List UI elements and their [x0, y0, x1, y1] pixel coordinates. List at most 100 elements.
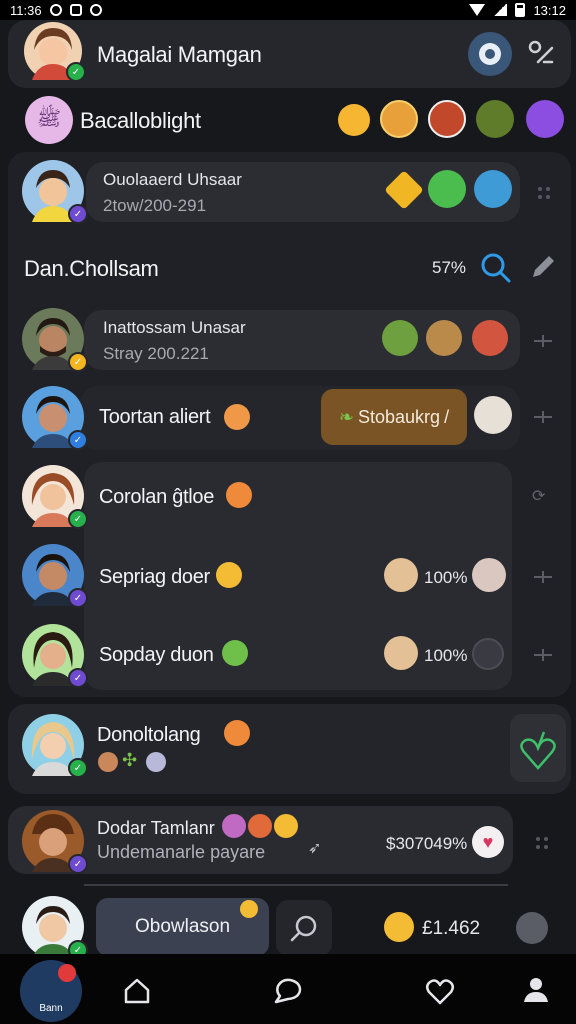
dodar-name: Dodar Tamlanr: [97, 818, 215, 838]
row-2-action-button[interactable]: ❧ Stobaukrg /: [321, 389, 467, 445]
dodar-avatar[interactable]: ✓: [22, 810, 88, 874]
coin-emoji-icon: [384, 912, 414, 942]
heart-icon: ♥: [482, 831, 494, 852]
donoltolang-card: [8, 704, 571, 794]
reorder-icon[interactable]: [534, 411, 552, 423]
signal-icon: [493, 4, 508, 16]
divider: [84, 884, 508, 886]
face-icon[interactable]: [516, 912, 548, 944]
reorder-icon[interactable]: [534, 571, 552, 583]
donoltolang-avatar[interactable]: ✓: [22, 714, 88, 778]
row-1-meta: Stray 200.221: [103, 344, 209, 363]
row-2-name: Toortan aliert: [99, 406, 211, 428]
dodar-badge-icon: ✓: [68, 854, 88, 874]
search-icon: [481, 253, 511, 283]
row-4-emoji-icon: [216, 562, 242, 588]
link-icon: [528, 40, 554, 64]
chat-bubble-button[interactable]: [468, 32, 512, 76]
row-2-avatar[interactable]: ✓: [22, 386, 88, 450]
row-5-emoji-icon: [222, 640, 248, 666]
home-icon[interactable]: [122, 976, 152, 1006]
profile-nav-label: Bann: [39, 1003, 63, 1014]
section-title: Dan.Chollsam: [24, 256, 159, 281]
status-bar: 11:36 13:12: [0, 0, 576, 20]
leaf-icon: ❧: [338, 406, 354, 427]
chef-emoji-icon[interactable]: [380, 100, 418, 138]
dodar-amount: $307049%: [386, 834, 468, 853]
featured-avatar[interactable]: ✓: [22, 160, 88, 224]
row-5-value: 100%: [424, 646, 468, 665]
status-time-right: 13:12: [533, 2, 566, 18]
row-4-avatar[interactable]: ✓: [22, 544, 88, 608]
message-icon: [69, 4, 82, 16]
sync-icon: [89, 4, 102, 16]
section-percent: 57%: [432, 258, 467, 277]
composer-search-button[interactable]: [276, 900, 332, 956]
row-3-name: Corolan ĝtloe: [99, 486, 215, 508]
smile-emoji-icon[interactable]: [338, 104, 370, 136]
row-1-badge-icon: ✓: [68, 352, 88, 372]
heart-outline-icon: [520, 731, 556, 770]
composer-amount: £1.462: [422, 918, 481, 939]
donoltolang-badge-icon: ✓: [68, 758, 88, 778]
pizza-emoji-icon[interactable]: [428, 100, 466, 138]
bottom-navigation: Bann: [0, 954, 576, 1024]
row-5-participant-icon: [384, 636, 418, 670]
row-2-participant-icon: [474, 396, 512, 434]
composer-emoji-icon: [240, 900, 258, 918]
chat-icon: [479, 43, 501, 65]
drag-handle-icon[interactable]: [536, 836, 550, 850]
search-icon: [290, 915, 317, 942]
notification-badge-icon: [58, 964, 76, 982]
donoltolang-emoji-icon: [224, 720, 250, 746]
group-avatar-text: ﷺ: [36, 107, 62, 130]
link-button[interactable]: [524, 36, 560, 72]
participant-avatar-icon: [382, 320, 418, 356]
row-3-avatar[interactable]: ✓: [22, 465, 88, 529]
profile-avatar[interactable]: ✓: [24, 22, 86, 82]
row-4-name: Sepriag doer: [99, 566, 210, 588]
row-5-badge-icon: ✓: [68, 668, 88, 688]
reorder-icon[interactable]: [534, 649, 552, 661]
row-2-emoji-icon: [224, 404, 250, 430]
row-5-avatar[interactable]: ✓: [22, 624, 88, 688]
account-icon[interactable]: [520, 974, 552, 1006]
search-button[interactable]: [478, 250, 512, 284]
clover-icon: ✣: [122, 750, 138, 770]
send-icon[interactable]: ➶: [308, 838, 321, 858]
group-avatar[interactable]: ﷺ: [25, 96, 73, 144]
row-4-participant-icon: [472, 558, 506, 592]
dodar-subtitle: Undemanarle payare: [97, 842, 266, 862]
row-5-status-icon[interactable]: [472, 638, 504, 670]
pencil-icon: [533, 256, 554, 277]
chat-icon[interactable]: [272, 976, 304, 1006]
reaction-icon: [274, 814, 298, 838]
traveler-emoji-icon: [474, 170, 512, 208]
row-1-avatar[interactable]: ✓: [22, 308, 88, 372]
reaction-icon: [98, 752, 118, 772]
composer-button-label: Obowlason: [134, 916, 231, 937]
reaction-icon: [248, 814, 272, 838]
header-card: ✓ Magalai Mamgan: [8, 20, 571, 88]
row-4-badge-icon: ✓: [68, 588, 88, 608]
slash-icon: /: [444, 406, 450, 427]
reorder-icon[interactable]: [534, 335, 552, 347]
row-1-name: Inattossam Unasar: [103, 318, 246, 337]
drag-handle-icon[interactable]: [538, 186, 552, 200]
refresh-icon[interactable]: ⟳: [532, 486, 545, 506]
participant-avatar-icon: [426, 320, 462, 356]
featured-badge-icon: ✓: [68, 204, 88, 224]
reaction-icon: [222, 814, 246, 838]
donoltolang-action-button[interactable]: [510, 714, 566, 782]
group-title: Bacalloblight: [80, 108, 201, 133]
group-add-icon[interactable]: [526, 100, 564, 138]
participant-avatar-icon: [472, 320, 508, 356]
composer-avatar[interactable]: ✓: [22, 896, 88, 960]
edit-button[interactable]: [528, 252, 558, 282]
hat-emoji-icon[interactable]: [476, 100, 514, 138]
row-5-name: Sopday duon: [99, 644, 214, 666]
favorites-icon[interactable]: [424, 976, 456, 1006]
featured-name: Ouolaaerd Uhsaar: [103, 170, 242, 189]
reaction-icon: [146, 752, 166, 772]
like-button[interactable]: ♥: [472, 826, 504, 858]
